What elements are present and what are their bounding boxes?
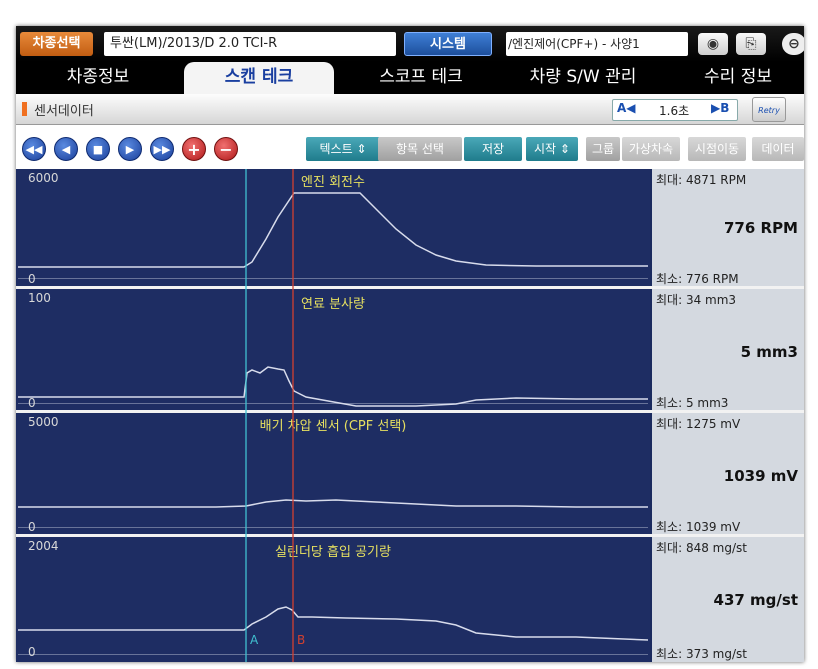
max-value: 최대: 34 mm3 bbox=[656, 293, 737, 307]
camera-icon[interactable]: ◉ bbox=[698, 33, 728, 55]
shift-view-button[interactable]: 시점이동 bbox=[688, 137, 746, 161]
cursor-b-label: B bbox=[297, 633, 306, 647]
current-value: 1039 mV bbox=[723, 467, 798, 485]
min-value: 최소: 5 mm3 bbox=[656, 396, 729, 410]
text-view-button[interactable]: 텍스트 ⇕ bbox=[306, 137, 380, 161]
traces-layer bbox=[18, 169, 649, 662]
min-value: 최소: 373 mg/st bbox=[656, 647, 747, 661]
prev-icon[interactable]: ◀ bbox=[54, 137, 78, 161]
current-value: 776 RPM bbox=[723, 219, 798, 237]
trace-exhaust-pressure bbox=[18, 499, 648, 508]
info-fuel-injection: 최대: 34 mm3 5 mm3 최소: 5 mm3 bbox=[652, 289, 804, 410]
system-button[interactable]: 시스템 bbox=[404, 32, 492, 56]
tab-scan-tech[interactable]: 스캔 테크 bbox=[184, 62, 334, 94]
zoom-in-icon[interactable]: + bbox=[182, 137, 206, 161]
text-view-label: 텍스트 bbox=[319, 142, 353, 156]
save-button[interactable]: 저장 bbox=[464, 137, 522, 161]
marker-a-button[interactable]: A◀ bbox=[617, 101, 636, 115]
info-intake-air: 최대: 848 mg/st 437 mg/st 최소: 373 mg/st bbox=[652, 537, 804, 662]
select-items-label: 항목 선택 bbox=[396, 142, 444, 156]
tab-scope-tech[interactable]: 스코프 테크 bbox=[346, 62, 496, 94]
sensor-data-title: 센서데이터 bbox=[34, 104, 94, 119]
current-value: 437 mg/st bbox=[713, 591, 798, 609]
data-label: 데이터 bbox=[761, 142, 795, 156]
max-value: 최대: 848 mg/st bbox=[656, 541, 747, 555]
start-label: 시작 bbox=[534, 142, 557, 156]
fast-forward-icon[interactable]: ▶▶ bbox=[150, 137, 174, 161]
save-label: 저장 bbox=[481, 142, 505, 156]
scan-tool-window: 차종선택 투싼(LM)/2013/D 2.0 TCI-R 시스템 /엔진제어(C… bbox=[16, 26, 804, 662]
ab-interval-control: A◀ 1.6초 ▶B bbox=[612, 99, 738, 121]
virtual-speed-button[interactable]: 가상차속 bbox=[622, 137, 680, 161]
min-value: 최소: 1039 mV bbox=[656, 520, 741, 534]
start-button[interactable]: 시작 ⇕ bbox=[526, 137, 578, 161]
graph-area: 최대: 4871 RPM 776 RPM 최소: 776 RPM 최대: 34 … bbox=[16, 169, 804, 662]
max-value: 최대: 1275 mV bbox=[656, 417, 741, 431]
marker-b-button[interactable]: ▶B bbox=[711, 101, 729, 115]
group-button[interactable]: 그룹 bbox=[586, 137, 620, 161]
shift-view-label: 시점이동 bbox=[694, 142, 740, 156]
system-field[interactable]: /엔진제어(CPF+) - 사양1 bbox=[506, 32, 688, 56]
cursor-a-label: A bbox=[250, 633, 259, 647]
trace-engine-rpm bbox=[18, 192, 648, 268]
zoom-out-icon[interactable]: − bbox=[214, 137, 238, 161]
tab-sw-management[interactable]: 차량 S/W 관리 bbox=[508, 62, 658, 94]
min-value: 최소: 776 RPM bbox=[656, 272, 739, 286]
interval-value: 1.6초 bbox=[659, 104, 690, 118]
print-icon[interactable]: ⎘ bbox=[736, 33, 766, 55]
top-bar: 차종선택 투싼(LM)/2013/D 2.0 TCI-R 시스템 /엔진제어(C… bbox=[16, 26, 804, 62]
vehicle-select-button[interactable]: 차종선택 bbox=[20, 32, 93, 56]
graph-toolbar: ◀◀ ◀ ■ ▶ ▶▶ + − 텍스트 ⇕ 항목 선택 저장 시작 ⇕ 그룹 가… bbox=[16, 125, 804, 169]
group-label: 그룹 bbox=[591, 142, 615, 156]
select-items-button[interactable]: 항목 선택 bbox=[378, 137, 462, 161]
play-icon[interactable]: ▶ bbox=[118, 137, 142, 161]
current-value: 5 mm3 bbox=[740, 343, 798, 361]
sensor-data-bar: 센서데이터 A◀ 1.6초 ▶B Retry bbox=[16, 94, 804, 125]
retry-button[interactable]: Retry bbox=[752, 97, 786, 122]
main-tabs: 차종정보 스캔 테크 스코프 테크 차량 S/W 관리 수리 정보 bbox=[16, 62, 804, 94]
info-exhaust-pressure: 최대: 1275 mV 1039 mV 최소: 1039 mV bbox=[652, 413, 804, 534]
section-marker bbox=[22, 102, 27, 116]
tab-vehicle-info[interactable]: 차종정보 bbox=[24, 62, 172, 94]
exit-icon[interactable]: ⊖ bbox=[782, 33, 804, 55]
max-value: 최대: 4871 RPM bbox=[656, 173, 747, 187]
vehicle-field[interactable]: 투싼(LM)/2013/D 2.0 TCI-R bbox=[104, 32, 396, 56]
tab-repair-info[interactable]: 수리 정보 bbox=[674, 62, 802, 94]
info-engine-rpm: 최대: 4871 RPM 776 RPM 최소: 776 RPM bbox=[652, 169, 804, 286]
rewind-icon[interactable]: ◀◀ bbox=[22, 137, 46, 161]
data-button[interactable]: 데이터 bbox=[752, 137, 804, 161]
trace-intake-air bbox=[18, 606, 649, 641]
stop-icon[interactable]: ■ bbox=[86, 137, 110, 161]
trace-fuel-injection bbox=[18, 366, 648, 407]
virtual-speed-label: 가상차속 bbox=[628, 142, 674, 156]
